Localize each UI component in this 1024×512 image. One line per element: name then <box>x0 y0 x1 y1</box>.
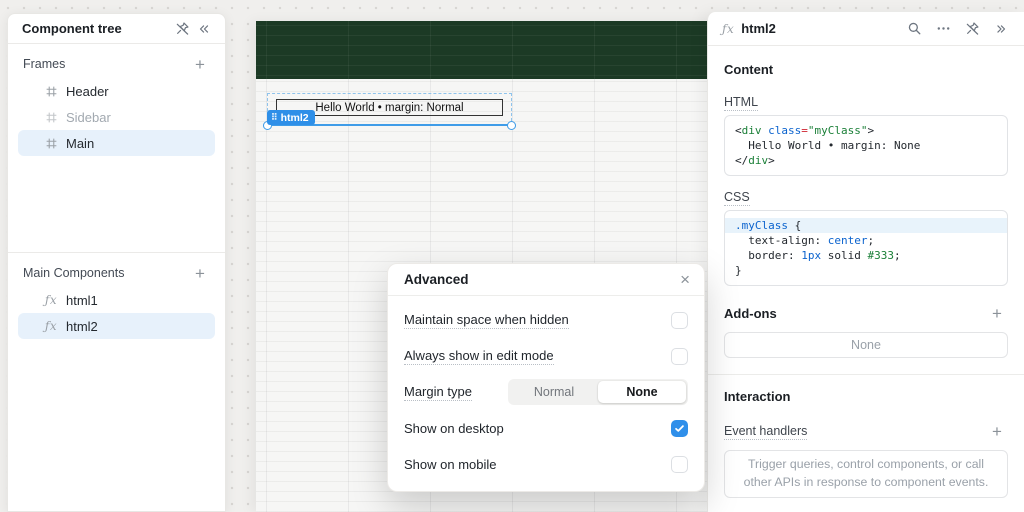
add-addon-button[interactable]: + <box>986 302 1008 324</box>
inspector-title: html2 <box>741 21 776 36</box>
margin-normal-option[interactable]: Normal <box>510 381 598 403</box>
unpin-icon[interactable] <box>961 18 983 40</box>
margin-type-row: Margin type Normal None <box>404 374 688 410</box>
always-show-row: Always show in edit mode <box>404 338 688 374</box>
event-handlers-row: Event handlers + <box>724 420 1008 442</box>
component-tree-panel: Component tree Frames + Header Sidebar M… <box>7 13 226 512</box>
css-code-editor[interactable]: .myClass { text-align: center; border: 1… <box>724 210 1008 286</box>
selected-component-outline[interactable]: Hello World • margin: Normal ⠿ html2 <box>263 93 516 130</box>
component-tree-title: Component tree <box>22 21 122 36</box>
show-on-mobile-row: Show on mobile <box>404 446 688 482</box>
section-divider <box>708 374 1024 375</box>
main-components-section: Main Components + ƒx html1 ƒx html2 <box>8 253 225 339</box>
component-tree-header: Component tree <box>8 14 225 44</box>
main-components-label: Main Components <box>23 266 125 280</box>
tree-item-html1[interactable]: ƒx html1 <box>18 287 215 313</box>
inspector-panel: ƒx html2 Content HTML <div class="myClas… <box>707 12 1024 512</box>
component-badge[interactable]: ⠿ html2 <box>267 110 315 125</box>
collapse-panel-icon[interactable] <box>193 18 215 40</box>
margin-type-label: Margin type <box>404 383 472 401</box>
show-on-desktop-checkbox[interactable] <box>671 419 688 437</box>
frame-icon <box>44 84 58 98</box>
tree-item-sidebar[interactable]: Sidebar <box>18 104 215 130</box>
addons-section-title: Add-ons <box>724 305 777 321</box>
unpin-icon[interactable] <box>171 18 193 40</box>
frame-icon <box>44 110 58 124</box>
show-on-desktop-row: Show on desktop <box>404 410 688 446</box>
inspector-header: ƒx html2 <box>708 12 1024 46</box>
drag-handle-icon: ⠿ <box>271 112 278 122</box>
margin-none-option[interactable]: None <box>598 381 686 403</box>
collapse-inspector-icon[interactable] <box>990 18 1012 40</box>
interaction-section-title: Interaction <box>724 389 791 404</box>
tree-item-html2[interactable]: ƒx html2 <box>18 313 215 339</box>
frames-section: Frames + Header Sidebar Main <box>8 44 225 156</box>
add-frame-button[interactable]: + <box>189 53 211 75</box>
maintain-space-label: Maintain space when hidden <box>404 311 569 329</box>
css-field-label: CSS <box>724 190 750 206</box>
always-show-label: Always show in edit mode <box>404 347 554 365</box>
fx-icon: ƒx <box>722 21 735 36</box>
event-handlers-label: Event handlers <box>724 424 808 440</box>
frames-section-label: Frames <box>23 57 66 71</box>
fx-icon: ƒx <box>44 319 58 333</box>
always-show-checkbox[interactable] <box>671 347 688 365</box>
resize-handle-right[interactable] <box>507 121 516 130</box>
add-event-handler-button[interactable]: + <box>986 420 1008 442</box>
maintain-space-checkbox[interactable] <box>671 311 688 329</box>
event-handlers-placeholder[interactable]: Trigger queries, control components, or … <box>724 450 1008 498</box>
checkmark-icon <box>675 424 684 432</box>
frame-icon <box>44 136 58 150</box>
fx-icon: ƒx <box>44 293 58 307</box>
margin-type-segmented-control: Normal None <box>508 379 688 405</box>
advanced-modal: Advanced × Maintain space when hidden Al… <box>387 263 705 492</box>
addons-none-field[interactable]: None <box>724 332 1008 358</box>
html-component-text: Hello World • margin: Normal <box>315 101 464 114</box>
advanced-modal-title: Advanced <box>404 272 469 287</box>
html-code-editor[interactable]: <div class="myClass"> Hello World • marg… <box>724 115 1008 176</box>
content-section-title: Content <box>724 62 774 77</box>
more-options-icon[interactable] <box>932 18 954 40</box>
html-field-label: HTML <box>724 95 759 111</box>
show-on-mobile-label: Show on mobile <box>404 456 497 472</box>
show-on-mobile-checkbox[interactable] <box>671 455 688 473</box>
tree-item-main[interactable]: Main <box>18 130 215 156</box>
show-on-desktop-label: Show on desktop <box>404 420 504 436</box>
tree-item-header[interactable]: Header <box>18 78 215 104</box>
advanced-modal-header: Advanced × <box>388 264 704 296</box>
close-icon[interactable]: × <box>680 271 690 288</box>
search-icon[interactable] <box>903 18 925 40</box>
addons-header-row: Add-ons + <box>724 302 1008 324</box>
add-component-button[interactable]: + <box>189 262 211 284</box>
maintain-space-row: Maintain space when hidden <box>404 302 688 338</box>
